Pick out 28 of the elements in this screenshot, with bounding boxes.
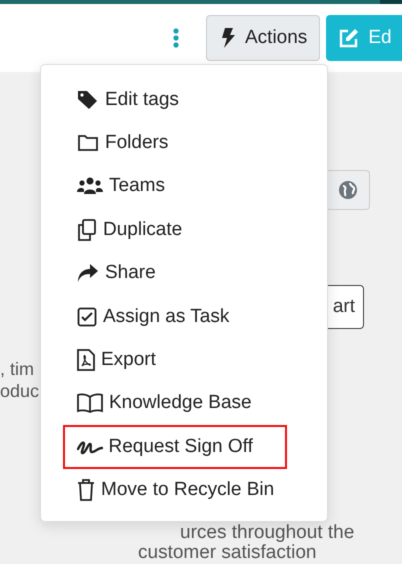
menu-item[interactable]: Export	[63, 338, 287, 382]
more-icon[interactable]	[172, 28, 180, 48]
trash-icon	[77, 479, 95, 502]
menu-item[interactable]: Folders	[63, 121, 287, 165]
actions-button[interactable]: Actions	[206, 15, 320, 61]
body-text: oduc	[0, 380, 40, 402]
menu-item[interactable]: Duplicate	[63, 208, 287, 252]
lightning-icon	[221, 28, 235, 48]
globe-button[interactable]	[326, 170, 370, 210]
pencil-square-icon	[338, 28, 360, 48]
pdf-file-icon	[77, 349, 95, 372]
menu-item[interactable]: Move to Recycle Bin	[63, 468, 287, 512]
checkbox-icon	[77, 306, 97, 327]
users-icon	[77, 177, 103, 196]
book-icon	[77, 393, 103, 414]
menu-item[interactable]: Assign as Task	[63, 294, 287, 338]
share-arrow-icon	[77, 264, 99, 282]
menu-item[interactable]: Knowledge Base	[63, 382, 287, 426]
body-text: urces throughout the	[180, 523, 354, 543]
menu-item[interactable]: Share	[63, 252, 287, 295]
tag-icon	[77, 90, 99, 110]
menu-item[interactable]: Request Sign Off	[63, 425, 287, 469]
body-text: , tim	[0, 358, 35, 380]
body-text: customer satisfaction	[138, 543, 318, 563]
menu-item[interactable]: Teams	[63, 164, 287, 208]
menu-item[interactable]: Edit tags	[63, 78, 287, 122]
copy-icon	[77, 218, 97, 241]
folder-icon	[77, 134, 99, 152]
